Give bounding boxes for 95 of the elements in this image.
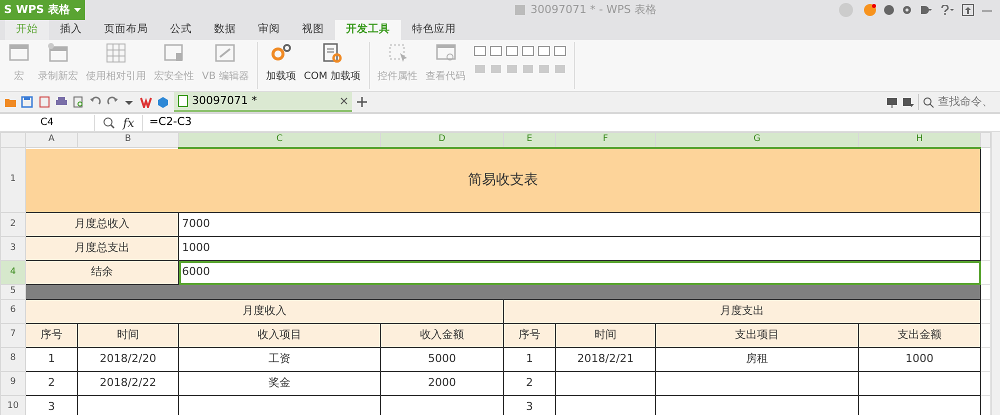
table-cell[interactable]: 1000 [858, 347, 980, 371]
menu-tab[interactable]: 公式 [159, 20, 203, 40]
cube-icon[interactable] [157, 96, 170, 108]
row-header[interactable]: 7 [0, 323, 26, 347]
grid-icon [105, 42, 127, 64]
help-icon[interactable] [940, 5, 954, 15]
save-icon[interactable] [21, 96, 34, 108]
header-cell[interactable]: 序号 [504, 323, 556, 347]
monitor-icon[interactable] [886, 96, 898, 108]
label-cell[interactable]: 月度总支出 [26, 236, 178, 260]
table-cell[interactable] [858, 371, 980, 395]
record-window-icon [47, 42, 69, 64]
table-cell[interactable] [656, 371, 858, 395]
menu-tab[interactable]: 页面布局 [93, 20, 159, 40]
value-cell[interactable]: 6000 [178, 260, 980, 284]
checkbox-icon [474, 46, 486, 56]
spinner-icon [490, 64, 502, 74]
list-icon [538, 46, 550, 56]
menu-tab[interactable]: 插入 [49, 20, 93, 40]
row-header[interactable]: 9 [0, 371, 26, 395]
image-icon [538, 64, 550, 74]
scrollbar-icon [506, 64, 518, 74]
sheet-title-cell[interactable]: 简易收支表 [26, 148, 980, 212]
column-header[interactable]: A [26, 132, 78, 148]
function-button[interactable]: fx [123, 114, 134, 132]
window-icon [8, 42, 30, 64]
row-header[interactable]: 5 [0, 284, 26, 299]
table-cell[interactable]: 2018/2/20 [78, 347, 178, 371]
table-cell[interactable]: 1 [26, 347, 78, 371]
row-header[interactable]: 8 [0, 347, 26, 371]
edit-icon [214, 42, 236, 64]
label-cell[interactable]: 月度总收入 [26, 212, 178, 236]
header-cell[interactable]: 支出项目 [656, 323, 858, 347]
cursor-icon [386, 42, 409, 64]
group-header-cell[interactable]: 月度支出 [504, 299, 980, 323]
group-icon [474, 64, 486, 74]
avatar-icon [836, 2, 856, 18]
row-header[interactable]: 1 [0, 148, 26, 212]
printer-icon[interactable] [55, 96, 68, 108]
table-cell[interactable]: 5000 [380, 347, 504, 371]
header-cell[interactable]: 收入金额 [380, 323, 504, 347]
header-cell[interactable]: 序号 [26, 323, 78, 347]
table-cell[interactable]: 2000 [380, 371, 504, 395]
document-icon [514, 4, 526, 16]
caret-icon [74, 8, 81, 12]
textbox-icon [490, 46, 502, 56]
table-cell[interactable]: 工资 [178, 347, 380, 371]
group-header-cell[interactable]: 月度收入 [26, 299, 504, 323]
menu-tab[interactable]: 数据 [203, 20, 247, 40]
scrollbar[interactable] [991, 132, 1000, 415]
row-header[interactable]: 10 [0, 395, 26, 415]
upload-icon[interactable] [962, 4, 974, 16]
menu-tab[interactable]: 特色应用 [401, 20, 467, 40]
combo-icon [554, 46, 566, 56]
table-cell[interactable]: 房租 [656, 347, 858, 371]
menu-tab[interactable]: 审阅 [247, 20, 291, 40]
row-header[interactable]: 2 [0, 212, 26, 236]
window-title: 30097071 * - WPS 表格 [530, 2, 656, 18]
label-icon [522, 64, 534, 74]
header-cell[interactable]: 收入项目 [178, 323, 380, 347]
search-icon [923, 96, 934, 108]
close-icon[interactable] [340, 97, 348, 105]
spreadsheet-icon [178, 95, 188, 107]
document-gear-icon [321, 42, 344, 64]
label-cell[interactable]: 结余 [26, 260, 178, 284]
table-cell[interactable]: 1 [504, 347, 556, 371]
gear-icon[interactable] [902, 5, 912, 15]
header-cell[interactable]: 时间 [556, 323, 656, 347]
row-header[interactable]: 6 [0, 299, 26, 323]
zoom-icon[interactable] [103, 116, 115, 128]
radio-icon [522, 46, 534, 56]
share-icon[interactable] [920, 5, 932, 15]
row-header[interactable]: 3 [0, 236, 26, 260]
header-cell[interactable]: 支出金额 [858, 323, 980, 347]
document-tab[interactable]: 30097071 * [174, 92, 352, 112]
ribbon-button[interactable]: 加载项 [262, 42, 300, 89]
table-cell[interactable]: 2018/2/22 [78, 371, 178, 395]
preview-icon[interactable] [72, 96, 85, 108]
table-cell[interactable]: 2 [504, 371, 556, 395]
ribbon-button[interactable]: COM 加载项 [300, 42, 365, 89]
header-cell[interactable]: 时间 [78, 323, 178, 347]
menu-tab[interactable]: 视图 [291, 20, 335, 40]
column-header[interactable]: B [78, 132, 178, 148]
table-cell[interactable]: 2018/2/21 [556, 347, 656, 371]
value-cell[interactable]: 7000 [178, 212, 980, 236]
plus-icon[interactable] [356, 96, 368, 108]
table-cell[interactable]: 2 [26, 371, 78, 395]
value-cell[interactable]: 1000 [178, 236, 980, 260]
table-cell[interactable] [556, 371, 656, 395]
w-logo-icon[interactable] [140, 96, 153, 108]
flag-icon[interactable] [902, 96, 914, 108]
rectangle-icon [506, 46, 518, 56]
toolbox-icon [554, 64, 566, 74]
search-field[interactable]: 查找命令、 [918, 94, 996, 110]
table-cell[interactable]: 奖金 [178, 371, 380, 395]
